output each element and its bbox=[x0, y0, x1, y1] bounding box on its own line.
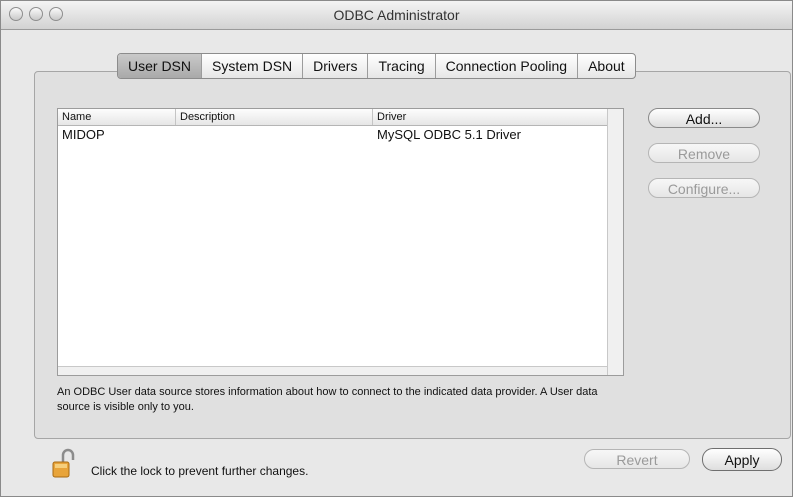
column-header-driver[interactable]: Driver bbox=[373, 109, 609, 125]
title-bar: ODBC Administrator bbox=[1, 1, 792, 30]
column-header-description[interactable]: Description bbox=[176, 109, 373, 125]
odbc-administrator-window: ODBC Administrator User DSN System DSN D… bbox=[0, 0, 793, 497]
cell-name: MIDOP bbox=[62, 127, 105, 142]
tab-drivers[interactable]: Drivers bbox=[303, 54, 369, 78]
apply-button[interactable]: Apply bbox=[702, 448, 782, 471]
remove-button[interactable]: Remove bbox=[648, 143, 760, 163]
configure-button[interactable]: Configure... bbox=[648, 178, 760, 198]
tab-system-dsn[interactable]: System DSN bbox=[202, 54, 304, 78]
horizontal-scrollbar[interactable] bbox=[58, 366, 607, 375]
table-row[interactable]: MIDOP MySQL ODBC 5.1 Driver bbox=[58, 126, 607, 144]
lock-icon[interactable] bbox=[51, 448, 77, 480]
tab-connection-pooling[interactable]: Connection Pooling bbox=[436, 54, 579, 78]
tab-tracing[interactable]: Tracing bbox=[368, 54, 436, 78]
tab-about[interactable]: About bbox=[578, 54, 635, 78]
add-button[interactable]: Add... bbox=[648, 108, 760, 128]
dsn-table: Name Description Driver MIDOP MySQL ODBC… bbox=[57, 108, 624, 376]
dsn-description-text: An ODBC User data source stores informat… bbox=[57, 386, 598, 413]
table-header: Name Description Driver bbox=[58, 109, 607, 126]
tab-bar: User DSN System DSN Drivers Tracing Conn… bbox=[117, 53, 636, 79]
vertical-scrollbar[interactable] bbox=[607, 109, 623, 375]
column-header-name[interactable]: Name bbox=[58, 109, 176, 125]
lock-message: Click the lock to prevent further change… bbox=[91, 464, 309, 478]
cell-driver: MySQL ODBC 5.1 Driver bbox=[377, 127, 521, 142]
revert-button[interactable]: Revert bbox=[584, 449, 690, 469]
tab-user-dsn[interactable]: User DSN bbox=[118, 54, 203, 78]
window-title: ODBC Administrator bbox=[333, 7, 460, 23]
